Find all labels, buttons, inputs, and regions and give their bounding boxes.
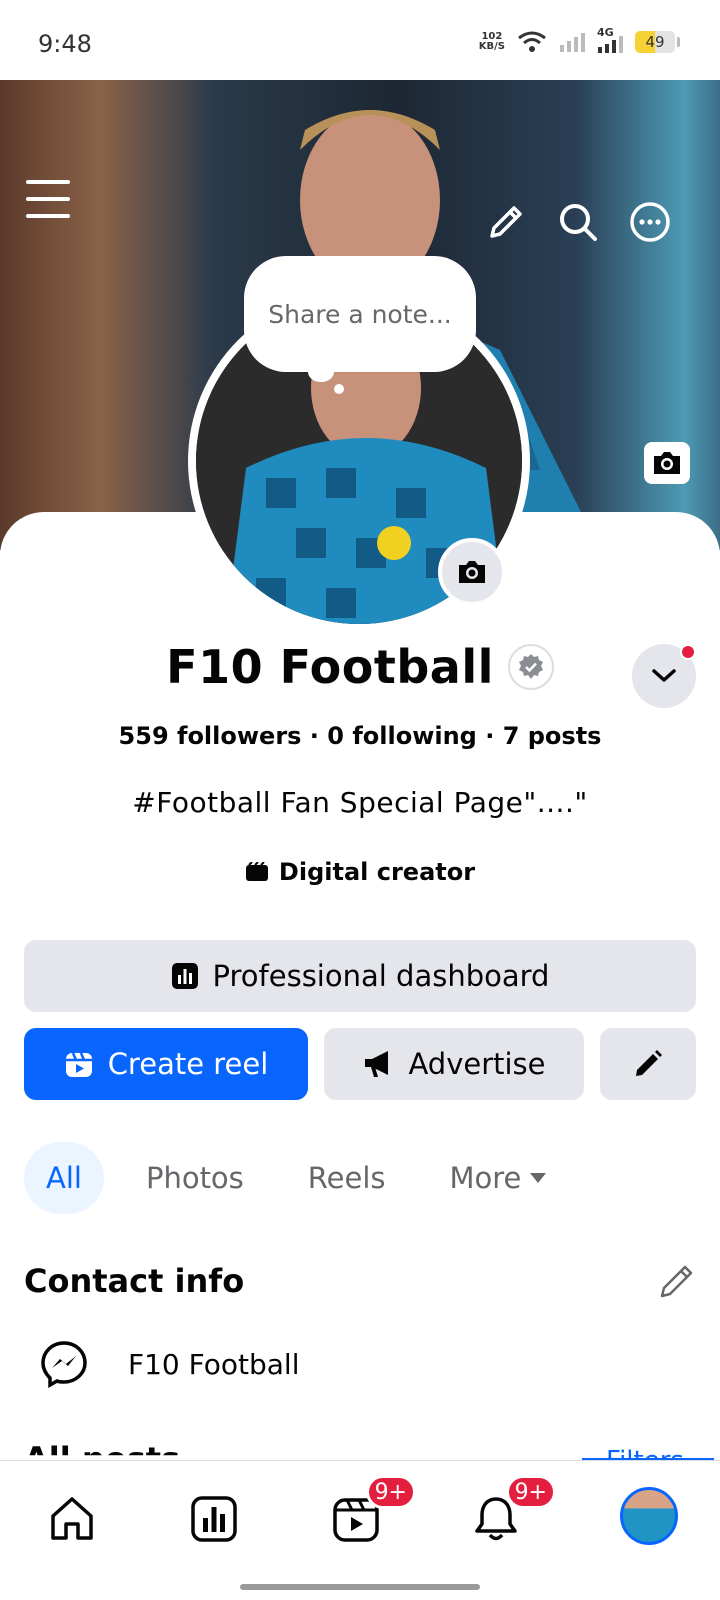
clapperboard-icon <box>245 862 268 881</box>
share-note-placeholder: Share a note... <box>268 299 452 329</box>
nav-reels[interactable]: 9+ <box>326 1475 416 1549</box>
home-icon <box>51 1497 93 1540</box>
signal-icon <box>560 33 585 52</box>
reels-badge: 9+ <box>365 1475 416 1509</box>
cover-actions <box>484 200 672 244</box>
contact-messenger-row[interactable]: F10 Football <box>40 1340 299 1388</box>
verified-icon <box>518 654 543 679</box>
battery-icon: 49 <box>635 31 675 53</box>
share-note-bubble[interactable]: Share a note... <box>244 256 476 372</box>
contact-info-title: Contact info <box>24 1262 245 1300</box>
nav-dashboard[interactable] <box>184 1489 244 1549</box>
professional-dashboard-button[interactable]: Professional dashboard <box>24 940 696 1012</box>
category-label: Digital creator <box>278 858 476 886</box>
profile-stats[interactable]: 559 followers · 0 following · 7 posts <box>0 722 720 750</box>
net-speed: 102 KB/S <box>479 32 505 52</box>
messenger-icon <box>41 1341 87 1388</box>
dashboard-icon <box>171 963 198 989</box>
verified-badge[interactable] <box>507 644 554 690</box>
create-reel-label: Create reel <box>107 1047 269 1081</box>
tab-photos-label: Photos <box>145 1161 244 1195</box>
nav-notifications[interactable]: 9+ <box>466 1475 556 1549</box>
reel-icon <box>65 1052 92 1077</box>
notification-dot <box>680 644 696 660</box>
edit-icon[interactable] <box>484 200 528 244</box>
tab-more-label: More <box>449 1161 522 1195</box>
chevron-down-icon <box>652 669 676 682</box>
nav-profile-avatar[interactable] <box>620 1487 678 1545</box>
caret-down-icon <box>530 1173 547 1183</box>
tab-more[interactable]: More <box>428 1142 570 1214</box>
cover-camera-button[interactable] <box>644 442 690 484</box>
menu-icon[interactable] <box>26 180 70 220</box>
tab-all-label: All <box>46 1161 82 1195</box>
battery-level: 49 <box>645 33 665 51</box>
home-indicator[interactable] <box>240 1584 480 1590</box>
camera-icon <box>459 561 485 583</box>
camera-icon <box>654 452 680 474</box>
status-bar: 9:48 102 KB/S 4G 49 <box>0 0 720 80</box>
megaphone-icon <box>365 1051 389 1077</box>
notifications-badge: 9+ <box>505 1475 556 1509</box>
tab-photos[interactable]: Photos <box>124 1142 266 1214</box>
name-row: F10 Football <box>0 640 720 694</box>
battery-nub <box>677 37 680 47</box>
signal-4g-icon: 4G <box>597 26 623 54</box>
tab-reels-label: Reels <box>307 1161 386 1195</box>
advertise-button[interactable]: Advertise <box>324 1028 584 1100</box>
tab-reels[interactable]: Reels <box>286 1142 408 1214</box>
dashboard-nav-icon <box>191 1496 237 1542</box>
profile-bio: #Football Fan Special Page"...." <box>132 786 588 819</box>
page-title: F10 Football <box>166 640 494 694</box>
create-reel-button[interactable]: Create reel <box>24 1028 308 1100</box>
wifi-icon <box>518 31 546 52</box>
nav-home[interactable] <box>42 1489 102 1549</box>
search-icon[interactable] <box>556 200 600 244</box>
profile-tabs: All Photos Reels More <box>24 1142 589 1214</box>
note-bubble-tail-small <box>334 384 344 394</box>
edit-contact-icon[interactable] <box>658 1262 696 1300</box>
more-icon[interactable] <box>628 200 672 244</box>
status-time: 9:48 <box>38 30 92 58</box>
pencil-icon <box>636 1050 662 1076</box>
tab-all[interactable]: All <box>24 1142 104 1214</box>
edit-profile-button[interactable] <box>600 1028 696 1100</box>
note-bubble-tail <box>308 362 334 382</box>
status-icons: 102 KB/S 4G 49 <box>479 26 680 54</box>
bottom-nav: 9+ 9+ <box>0 1460 720 1600</box>
net-speed-unit: KB/S <box>478 41 505 52</box>
avatar-camera-button[interactable] <box>438 538 506 606</box>
advertise-label: Advertise <box>408 1047 546 1081</box>
profile-category: Digital creator <box>0 858 720 886</box>
dashboard-label: Professional dashboard <box>212 959 550 993</box>
messenger-contact-label: F10 Football <box>128 1347 300 1381</box>
